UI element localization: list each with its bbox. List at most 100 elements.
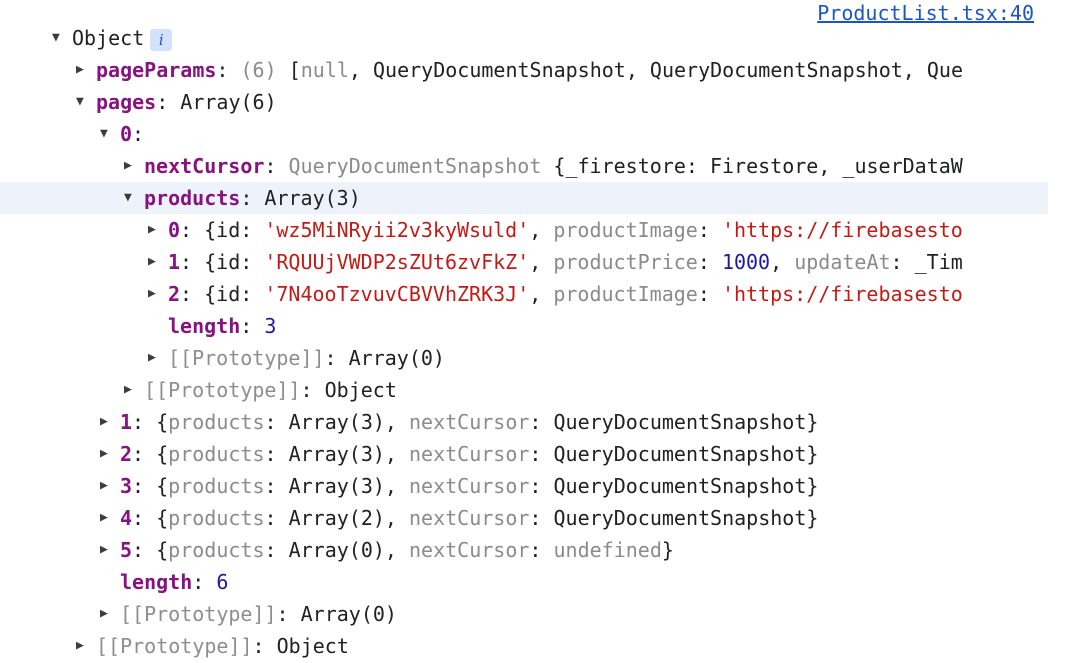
token-plain: : QueryDocumentSnapshot} [529,474,819,498]
triangle-right-icon[interactable]: ▶ [148,246,168,278]
token-key: length [120,570,193,594]
token-null: undefined [553,538,662,562]
root-object-row[interactable]: ▼ Object i [0,22,1048,54]
token-plain: : Array(3), [264,410,409,434]
triangle-down-icon[interactable]: ▼ [76,86,96,118]
token-proto: [[Prototype]] [144,378,301,402]
pages-4-row[interactable]: ▶ 4: {products: Array(2), nextCursor: Que… [0,502,1048,534]
pages-0-row[interactable]: ▼ 0: [0,118,1048,150]
pageParams-row[interactable]: ▶ pageParams: (6) [null, QueryDocumentSna… [0,54,1048,86]
triangle-right-icon[interactable]: ▶ [148,278,168,310]
token-plain: : { [132,474,169,498]
token-plain: : _Tim [890,250,963,274]
triangle-right-icon[interactable]: ▶ [148,214,168,246]
products-row[interactable]: ▼ products: Array(3) [0,182,1048,214]
token-str: 'https://firebasesto [721,282,963,306]
token-dim: productImage [553,282,698,306]
token-plain: : Array(3), [264,474,409,498]
token-dim: nextCursor [409,410,530,434]
triangle-right-icon[interactable]: ▶ [100,406,120,438]
triangle-down-icon[interactable]: ▼ [52,22,72,54]
token-null: null [300,58,349,82]
token-dim: (6) [240,58,289,82]
triangle-right-icon[interactable]: ▶ [100,598,120,630]
console-object-tree: ▼ Object i ▶ pageParams: (6) [null, QueryDoc… [0,22,1048,662]
nextCursor-row[interactable]: ▶ nextCursor: QueryDocumentSnapshot {_fir… [0,150,1048,182]
product-1-row[interactable]: ▶ 1: {id: 'RQUUjVWDP2sZUt6zvFkZ', product… [0,246,1048,278]
token-plain: {_firestore: Firestore, _userDataW [553,154,963,178]
triangle-right-icon[interactable]: ▶ [100,438,120,470]
token-plain: [ [288,58,301,82]
token-str: '7N4ooTzvuvCBVVhZRK3J' [264,282,530,306]
token-plain: : QueryDocumentSnapshot} [529,506,819,530]
token-dim: nextCursor [409,474,530,498]
token-key: 4 [120,506,133,530]
products-prototype-row[interactable]: ▶ [[Prototype]]: Array(0) [0,342,1048,374]
pages-row[interactable]: ▼ pages: Array(6) [0,86,1048,118]
token-plain: : Array(6) [156,90,277,114]
page0-prototype-row[interactable]: ▶ [[Prototype]]: Object [0,374,1048,406]
triangle-right-icon[interactable]: ▶ [76,630,96,662]
triangle-down-icon[interactable]: ▼ [124,182,144,214]
token-plain: : [529,538,554,562]
pages-5-row[interactable]: ▶ 5: {products: Array(0), nextCursor: und… [0,534,1048,566]
product-0-row[interactable]: ▶ 0: {id: 'wz5MiNRyii2v3kyWsuld', product… [0,214,1048,246]
token-key: pages [96,90,157,114]
triangle-right-icon[interactable]: ▶ [148,342,168,374]
token-plain: : {id: [180,250,265,274]
token-plain: : Array(0), [264,538,409,562]
token-plain: : [697,250,722,274]
token-key: products [144,186,241,210]
token-num: 6 [216,570,229,594]
token-plain: : QueryDocumentSnapshot} [529,410,819,434]
token-plain: , [529,218,554,242]
triangle-right-icon[interactable]: ▶ [100,470,120,502]
token-plain: : Array(3), [264,442,409,466]
token-plain: : [240,314,265,338]
token-num: 1000 [721,250,771,274]
token-dim: updateAt [794,250,891,274]
products-length-row: length: 3 [0,310,1048,342]
token-key: 2 [120,442,133,466]
info-icon[interactable]: i [150,28,173,51]
triangle-right-icon[interactable]: ▶ [76,54,96,86]
token-plain: : { [132,538,169,562]
token-plain: , [529,250,554,274]
triangle-right-icon[interactable]: ▶ [124,374,144,406]
triangle-right-icon[interactable]: ▶ [124,150,144,182]
token-plain: : {id: [180,282,265,306]
triangle-right-icon[interactable]: ▶ [100,534,120,566]
token-dim: products [168,442,265,466]
pages-3-row[interactable]: ▶ 3: {products: Array(3), nextCursor: Que… [0,470,1048,502]
token-plain: : [697,282,722,306]
pages-prototype-row[interactable]: ▶ [[Prototype]]: Array(0) [0,598,1048,630]
pages-2-row[interactable]: ▶ 2: {products: Array(3), nextCursor: Que… [0,438,1048,470]
token-plain: : [132,122,145,146]
token-plain: : [264,154,289,178]
token-plain: : [216,58,241,82]
token-plain: : Array(2), [264,506,409,530]
product-2-row[interactable]: ▶ 2: {id: '7N4ooTzvuvCBVVhZRK3J', product… [0,278,1048,310]
pages-1-row[interactable]: ▶ 1: {products: Array(3), nextCursor: Que… [0,406,1048,438]
triangle-right-icon[interactable]: ▶ [100,502,120,534]
token-dim: products [168,410,265,434]
token-dim: nextCursor [409,538,530,562]
token-num: 3 [264,314,277,338]
token-key: 1 [168,250,181,274]
triangle-down-icon[interactable]: ▼ [100,118,120,150]
token-dim: products [168,474,265,498]
token-dim: QueryDocumentSnapshot [288,154,554,178]
token-key: pageParams [96,58,217,82]
token-plain: : QueryDocumentSnapshot} [529,442,819,466]
token-plain: , [770,250,795,274]
root-prototype-row[interactable]: ▶ [[Prototype]]: Object [0,630,1048,662]
token-plain: : Object [252,634,349,658]
token-key: nextCursor [144,154,265,178]
token-dim: nextCursor [409,442,530,466]
token-plain: : { [132,506,169,530]
token-plain: : Object [300,378,397,402]
token-plain: : { [132,410,169,434]
token-proto: [[Prototype]] [168,346,325,370]
token-dim: nextCursor [409,506,530,530]
token-plain: : Array(3) [240,186,361,210]
